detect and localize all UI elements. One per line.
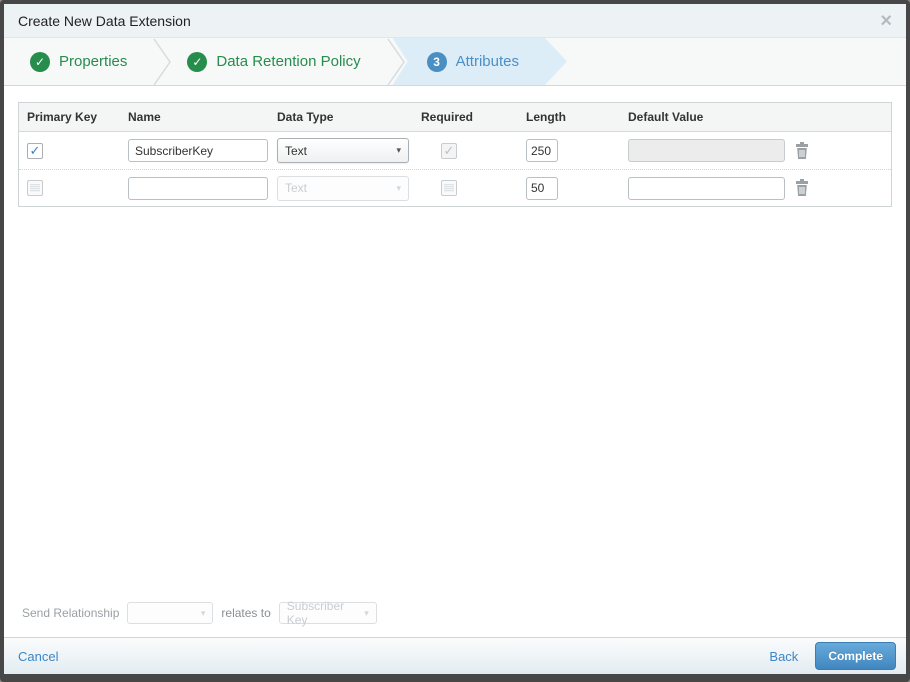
required-checkbox: ✓: [441, 142, 457, 159]
table-row: ✓ Text ▾ ✓: [19, 132, 891, 169]
name-input[interactable]: [128, 139, 268, 162]
cancel-link[interactable]: Cancel: [18, 649, 58, 664]
column-header-data-type: Data Type: [277, 110, 334, 124]
chevron-down-icon: ▾: [364, 607, 369, 618]
check-icon: ✓: [187, 51, 208, 72]
relates-to-label: relates to: [221, 606, 271, 620]
wizard-steps: ✓ Properties ✓ Data Retention Policy 3 A…: [4, 38, 906, 86]
wizard-step-properties[interactable]: ✓ Properties: [16, 38, 153, 85]
column-header-primary-key: Primary Key: [27, 110, 98, 124]
relates-to-value: Subscriber Key: [286, 599, 345, 627]
close-button[interactable]: ×: [880, 11, 892, 31]
wizard-step-label: Attributes: [455, 53, 519, 70]
primary-key-checkbox[interactable]: ✓: [27, 142, 43, 159]
close-icon: ×: [880, 9, 892, 32]
data-type-select: Text ▾: [277, 175, 409, 201]
column-header-length: Length: [526, 110, 566, 124]
length-input[interactable]: [526, 176, 558, 200]
modal-titlebar: Create New Data Extension ×: [4, 4, 906, 38]
column-header-required: Required: [421, 110, 474, 124]
chevron-separator-icon: [153, 38, 172, 85]
data-type-value: Text: [285, 181, 308, 195]
wizard-step-label: Data Retention Policy: [216, 53, 361, 70]
delete-row-button[interactable]: [794, 141, 810, 160]
required-checkbox: [441, 180, 457, 196]
relates-to-select: Subscriber Key ▾: [278, 599, 377, 627]
trash-icon: [796, 179, 808, 196]
table-row: Text ▾: [19, 169, 891, 206]
chevron-down-icon: ▾: [200, 607, 206, 618]
length-input[interactable]: [526, 139, 558, 162]
send-relationship-select: ▾: [127, 602, 214, 624]
wizard-step-label: Properties: [59, 53, 128, 70]
attributes-table: Primary Key Name Data Type Required Leng…: [18, 102, 892, 207]
data-type-value: Text: [285, 143, 308, 158]
default-value-input: [628, 139, 785, 162]
wizard-step-data-retention-policy[interactable]: ✓ Data Retention Policy: [173, 38, 386, 85]
name-input[interactable]: [128, 176, 268, 200]
check-icon: ✓: [29, 142, 41, 158]
data-type-select[interactable]: Text ▾: [277, 138, 409, 163]
modal-title: Create New Data Extension: [18, 12, 191, 29]
step-number-badge: 3: [427, 52, 447, 72]
send-relationship-label: Send Relationship: [22, 606, 120, 620]
trash-icon: [796, 141, 808, 159]
send-relationship-row: Send Relationship ▾ relates to Subscribe…: [4, 594, 906, 632]
check-icon: ✓: [443, 142, 455, 158]
chevron-down-icon: ▾: [396, 182, 401, 193]
delete-row-button[interactable]: [794, 179, 810, 197]
primary-key-checkbox[interactable]: [27, 180, 43, 196]
column-header-name: Name: [128, 110, 161, 124]
table-header-row: Primary Key Name Data Type Required Leng…: [19, 103, 891, 132]
back-link[interactable]: Back: [769, 649, 798, 664]
wizard-step-attributes[interactable]: 3 Attributes: [393, 38, 567, 85]
complete-button[interactable]: Complete: [815, 642, 896, 670]
check-icon: ✓: [30, 51, 50, 72]
modal-footer: Cancel Back Complete: [4, 637, 906, 674]
create-data-extension-modal: Create New Data Extension × ✓ Properties…: [0, 0, 910, 682]
column-header-default-value: Default Value: [628, 110, 704, 124]
attributes-content: Primary Key Name Data Type Required Leng…: [4, 86, 906, 594]
chevron-down-icon: ▾: [396, 145, 401, 155]
default-value-input[interactable]: [628, 176, 785, 200]
